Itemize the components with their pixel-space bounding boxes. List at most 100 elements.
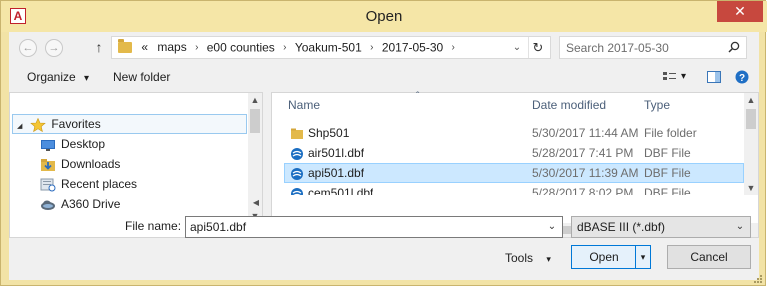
file-row-selected[interactable]: api501.dbf 5/30/2017 11:39 AM DBF File <box>284 163 744 183</box>
nav-pane-scroll-left-arrow[interactable]: ◀ <box>249 196 263 210</box>
file-date: 5/28/2017 7:41 PM <box>532 146 634 160</box>
scroll-down-arrow[interactable]: ▼ <box>744 181 758 195</box>
dbf-file-icon <box>291 167 303 180</box>
tools-menu[interactable]: Tools ▾ <box>505 248 551 268</box>
address-bar-row: ← → ↑ « maps › e00 counties › Yoakum-501… <box>9 32 759 64</box>
column-header-date-modified[interactable]: Date modified <box>532 93 606 117</box>
search-input[interactable] <box>560 37 726 58</box>
tree-item-label: Favorites <box>51 117 101 131</box>
column-header-name[interactable]: Name <box>288 93 320 117</box>
up-folder-button[interactable]: ↑ <box>91 37 107 57</box>
dbf-file-icon <box>291 147 303 160</box>
file-type-filter-value: dBASE III (*.dbf) <box>577 220 666 234</box>
folder-icon <box>291 128 303 139</box>
breadcrumb-item-maps[interactable]: maps <box>157 40 186 54</box>
file-list-vertical-scrollbar[interactable]: ▲ ▼ <box>744 93 758 195</box>
file-type: DBF File <box>644 146 691 160</box>
tools-label: Tools <box>505 251 534 265</box>
scroll-up-arrow[interactable]: ▲ <box>744 93 758 107</box>
tree-item-label: Recent places <box>61 177 138 191</box>
address-path-box[interactable]: « maps › e00 counties › Yoakum-501 › 201… <box>111 36 551 59</box>
dialog-body: ← → ↑ « maps › e00 counties › Yoakum-501… <box>9 32 759 280</box>
chevron-down-icon: ▾ <box>546 254 551 264</box>
file-name-label: File name: <box>125 219 182 233</box>
search-box[interactable] <box>559 36 747 59</box>
organize-menu[interactable]: Organize ▾ <box>27 69 89 85</box>
file-name-combobox[interactable]: ⌄ <box>185 216 563 238</box>
breadcrumb-item-e00-counties[interactable]: e00 counties <box>207 40 275 54</box>
downloads-icon <box>41 158 55 171</box>
file-type: File folder <box>644 126 697 140</box>
tree-item-favorites[interactable]: ◢ Favorites <box>12 114 247 134</box>
view-options-icon[interactable] <box>661 69 679 85</box>
tree-item-downloads[interactable]: Downloads <box>40 154 120 174</box>
file-name-cell: air501l.dbf <box>290 143 364 163</box>
file-date: 5/30/2017 11:44 AM <box>532 126 639 140</box>
chevron-down-icon[interactable]: ⌄ <box>734 217 746 237</box>
folder-icon <box>118 39 132 54</box>
file-name: air501l.dbf <box>308 146 365 160</box>
sort-ascending-icon: ˆ <box>416 91 420 102</box>
breadcrumb-separator[interactable]: › <box>283 42 286 53</box>
resize-grip-icon[interactable] <box>753 274 763 284</box>
tree-item-label: A360 Drive <box>61 197 121 211</box>
file-name: cem501l.dbf <box>308 186 374 195</box>
file-date: 5/28/2017 8:02 PM <box>532 186 634 195</box>
view-dropdown-arrow[interactable]: ▾ <box>681 69 699 85</box>
close-button[interactable]: ✕ <box>717 1 763 22</box>
cancel-button[interactable]: Cancel <box>667 245 751 269</box>
tree-item-label: Downloads <box>61 157 121 171</box>
column-header-type[interactable]: Type <box>644 93 670 117</box>
chevron-down-icon: ▾ <box>84 73 90 84</box>
scroll-thumb[interactable] <box>250 109 260 133</box>
breadcrumb-overflow[interactable]: « <box>141 40 148 54</box>
breadcrumb-separator[interactable]: › <box>370 42 373 53</box>
breadcrumb: « maps › e00 counties › Yoakum-501 › 201… <box>118 37 460 58</box>
open-dialog: A Open ✕ ← → ↑ « maps › e00 counties › Y… <box>0 0 767 286</box>
file-name: Shp501 <box>308 126 350 140</box>
tree-item-recent-places[interactable]: Recent places <box>40 174 137 194</box>
open-button[interactable]: Open ▾ <box>571 245 651 269</box>
file-type-filter[interactable]: dBASE III (*.dbf) ⌄ <box>571 216 751 238</box>
forward-button[interactable]: → <box>45 39 63 57</box>
open-split-dropdown[interactable]: ▾ <box>635 246 650 268</box>
new-folder-button[interactable]: New folder <box>113 69 170 85</box>
scroll-thumb[interactable] <box>746 109 756 129</box>
file-row[interactable]: Shp501 5/30/2017 11:44 AM File folder <box>284 123 744 143</box>
star-icon <box>30 117 47 132</box>
recent-places-icon <box>40 178 56 192</box>
title-bar[interactable]: A Open ✕ <box>1 1 767 32</box>
expand-arrow-icon[interactable]: ◢ <box>17 118 27 136</box>
breadcrumb-separator[interactable]: › <box>195 42 198 53</box>
file-date: 5/30/2017 11:39 AM <box>532 166 639 180</box>
command-toolbar: Organize ▾ New folder ▾ ? <box>9 64 759 90</box>
file-type: DBF File <box>644 166 691 180</box>
back-button[interactable]: ← <box>19 39 37 57</box>
tree-item-label: Desktop <box>61 137 106 151</box>
preview-pane-icon[interactable] <box>705 69 723 85</box>
tree-item-desktop[interactable]: Desktop <box>40 134 105 154</box>
file-name-cell: cem501l.dbf <box>290 183 373 195</box>
breadcrumb-item-yoakum[interactable]: Yoakum-501 <box>295 40 362 54</box>
file-name-cell: api501.dbf <box>290 164 364 182</box>
file-row[interactable]: cem501l.dbf 5/28/2017 8:02 PM DBF File <box>284 183 744 195</box>
refresh-button[interactable]: ↻ <box>528 37 547 58</box>
search-icon[interactable] <box>728 41 740 53</box>
file-type: DBF File <box>644 186 691 195</box>
breadcrumb-separator[interactable]: › <box>452 42 455 53</box>
open-button-label[interactable]: Open <box>572 246 636 268</box>
cloud-drive-icon <box>41 200 55 210</box>
scroll-up-arrow[interactable]: ▲ <box>248 93 262 107</box>
svg-text:?: ? <box>739 73 745 84</box>
file-name-input[interactable] <box>186 217 540 237</box>
file-row[interactable]: air501l.dbf 5/28/2017 7:41 PM DBF File <box>284 143 744 163</box>
address-dropdown-button[interactable]: ⌄ <box>510 37 524 58</box>
breadcrumb-item-date-folder[interactable]: 2017-05-30 <box>382 40 443 54</box>
tree-item-a360-drive[interactable]: A360 Drive <box>40 194 120 214</box>
file-name-cell: Shp501 <box>290 123 349 143</box>
dbf-file-icon <box>291 187 303 195</box>
help-icon[interactable]: ? <box>733 69 751 85</box>
desktop-icon <box>41 139 55 151</box>
file-name: api501.dbf <box>308 166 365 180</box>
chevron-down-icon[interactable]: ⌄ <box>546 217 558 237</box>
